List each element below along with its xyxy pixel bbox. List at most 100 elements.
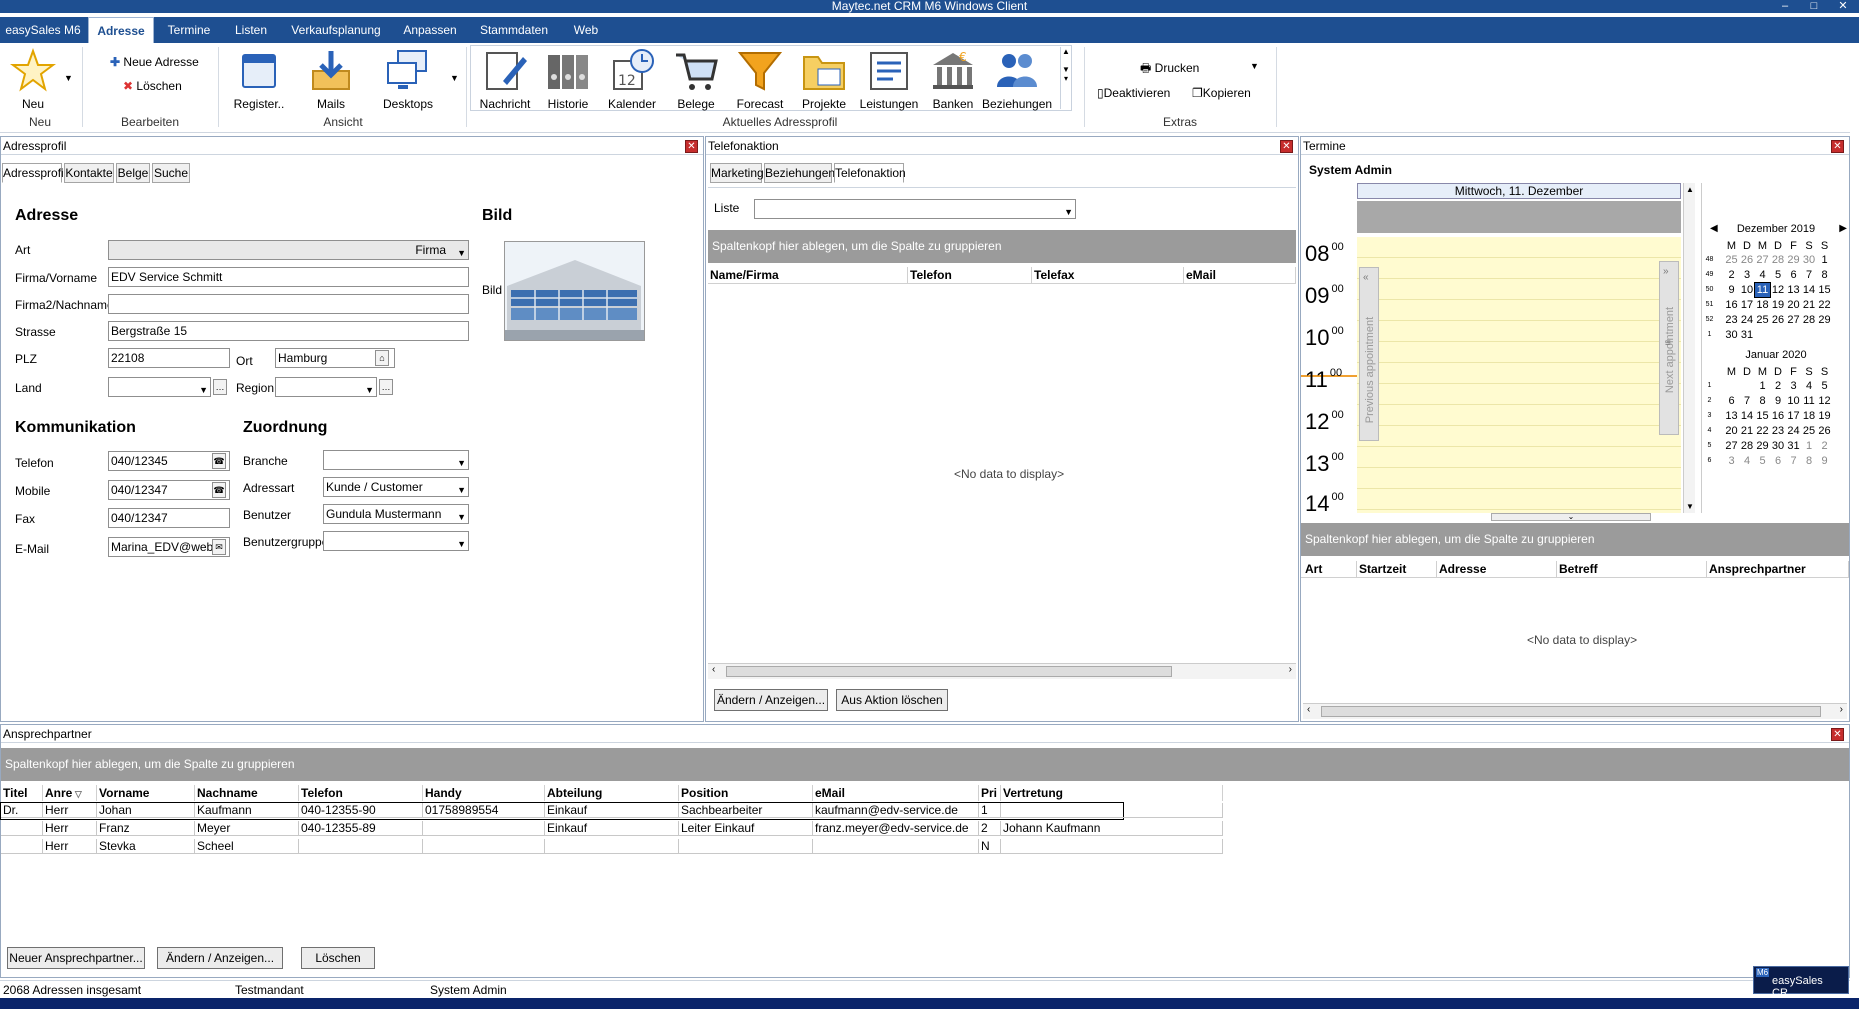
- historie-button[interactable]: Historie: [538, 47, 598, 111]
- calendar-day[interactable]: 23: [1771, 424, 1786, 438]
- phone-dial-icon[interactable]: ☎: [212, 453, 226, 469]
- calendar-day[interactable]: 23: [1724, 313, 1739, 327]
- close-icon[interactable]: ✕: [1831, 0, 1855, 13]
- calendar-day[interactable]: 27: [1755, 253, 1770, 267]
- desktops-button[interactable]: Desktops: [376, 47, 440, 111]
- calendar-day[interactable]: 6: [1771, 454, 1786, 468]
- col-header[interactable]: Vorname: [97, 785, 195, 801]
- calendar-day[interactable]: 6: [1786, 268, 1801, 282]
- calendar-day[interactable]: 20: [1786, 298, 1801, 312]
- calendar-day[interactable]: 3: [1740, 268, 1755, 282]
- calendar-day[interactable]: 9: [1724, 283, 1739, 297]
- chevron-right-icon[interactable]: ▶: [1839, 223, 1847, 234]
- calendar-day[interactable]: 1: [1802, 439, 1817, 453]
- calendar-day[interactable]: 7: [1802, 268, 1817, 282]
- calendar-day[interactable]: 29: [1817, 313, 1832, 327]
- tab-suche[interactable]: Suche: [152, 163, 190, 183]
- calendar-day[interactable]: [1724, 379, 1739, 393]
- calendar-day[interactable]: 18: [1755, 298, 1770, 312]
- close-icon[interactable]: ✕: [685, 140, 698, 153]
- col-telefon[interactable]: Telefon: [908, 267, 1032, 283]
- scrollbar-thumb[interactable]: [726, 666, 1172, 677]
- calendar-day[interactable]: 12: [1771, 283, 1786, 297]
- calendar-day[interactable]: 9: [1771, 394, 1786, 408]
- calendar-day[interactable]: 14: [1802, 283, 1817, 297]
- calendar-day[interactable]: 11: [1802, 394, 1817, 408]
- menu-easysales[interactable]: easySales M6: [2, 17, 84, 43]
- calendar-day[interactable]: 9: [1817, 454, 1832, 468]
- calendar-day[interactable]: 10: [1786, 394, 1801, 408]
- calendar-day[interactable]: 4: [1740, 454, 1755, 468]
- taskbar-button[interactable]: M6 easySales CR...: [1753, 966, 1849, 999]
- desktops-dropdown-icon[interactable]: ▼: [450, 73, 459, 83]
- neu-button[interactable]: Neu: [4, 47, 62, 111]
- calendar-day[interactable]: 4: [1755, 268, 1770, 282]
- resize-handle[interactable]: ⌄: [1491, 513, 1651, 521]
- benutzergruppe-select[interactable]: ▼: [323, 531, 469, 551]
- belege-button[interactable]: Belege: [666, 47, 726, 111]
- menu-adresse[interactable]: Adresse: [88, 17, 154, 43]
- kalender-button[interactable]: 12 Kalender: [602, 47, 662, 111]
- group-panel[interactable]: Spaltenkopf hier ablegen, um die Spalte …: [1, 748, 1849, 781]
- col-header[interactable]: Position: [679, 785, 813, 801]
- tab-belge[interactable]: Belge: [116, 163, 150, 183]
- horizontal-scrollbar[interactable]: ‹ ›: [708, 663, 1296, 679]
- table-row[interactable]: Herr Franz Meyer 040-12355-89 Einkauf Leiter …: [1, 821, 1223, 837]
- calendar-day[interactable]: 26: [1817, 424, 1832, 438]
- col-header[interactable]: Handy: [423, 785, 545, 801]
- calendar-day[interactable]: 18: [1802, 409, 1817, 423]
- minimize-icon[interactable]: –: [1773, 0, 1797, 13]
- next-appointment-button[interactable]: » Next appointment ≡: [1659, 261, 1679, 435]
- drucken-dropdown-icon[interactable]: ▼: [1250, 61, 1259, 71]
- calendar-day[interactable]: 30: [1771, 439, 1786, 453]
- col-email[interactable]: eMail: [1184, 267, 1296, 283]
- calendar-day[interactable]: [1786, 328, 1801, 342]
- plz-input[interactable]: 22108: [108, 348, 230, 368]
- calendar-day[interactable]: 3: [1724, 454, 1739, 468]
- calendar-day[interactable]: [1817, 328, 1832, 342]
- col-adresse[interactable]: Adresse: [1437, 561, 1557, 577]
- liste-select[interactable]: ▼: [754, 199, 1076, 219]
- col-header[interactable]: eMail: [813, 785, 979, 801]
- menu-anpassen[interactable]: Anpassen: [398, 17, 462, 43]
- close-icon[interactable]: ✕: [1280, 140, 1293, 153]
- col-header[interactable]: Telefon: [299, 785, 423, 801]
- calendar-day[interactable]: 28: [1740, 439, 1755, 453]
- day-header[interactable]: Mittwoch, 11. Dezember: [1357, 183, 1681, 199]
- calendar-day[interactable]: 17: [1786, 409, 1801, 423]
- sort-icon[interactable]: ▽: [72, 789, 82, 799]
- calendar-day[interactable]: 20: [1724, 424, 1739, 438]
- calendar-day[interactable]: 8: [1802, 454, 1817, 468]
- region-select[interactable]: ▼: [275, 377, 377, 397]
- tab-marketing[interactable]: Marketing: [710, 163, 764, 183]
- maximize-icon[interactable]: □: [1802, 0, 1826, 13]
- calendar-day[interactable]: 13: [1724, 409, 1739, 423]
- calendar-day[interactable]: 29: [1755, 439, 1770, 453]
- tab-beziehungen[interactable]: Beziehungen: [764, 163, 835, 183]
- land-select[interactable]: ▼: [108, 377, 211, 397]
- fax-input[interactable]: 040/12347: [108, 508, 230, 528]
- calendar-day[interactable]: 28: [1802, 313, 1817, 327]
- menu-verkaufsplanung[interactable]: Verkaufsplanung: [286, 17, 386, 43]
- col-betreff[interactable]: Betreff: [1557, 561, 1707, 577]
- calendar-day[interactable]: 26: [1740, 253, 1755, 267]
- calendar-day[interactable]: 10: [1740, 283, 1755, 297]
- calendar-day[interactable]: 15: [1755, 409, 1770, 423]
- calendar-day[interactable]: 13: [1786, 283, 1801, 297]
- forecast-button[interactable]: Forecast: [730, 47, 790, 111]
- kopieren-button[interactable]: ❐Kopieren: [1192, 86, 1251, 100]
- calendar-day[interactable]: 24: [1740, 313, 1755, 327]
- calendar-day[interactable]: 30: [1724, 328, 1739, 342]
- calendar-day[interactable]: 11: [1754, 282, 1771, 298]
- close-icon[interactable]: ✕: [1831, 728, 1844, 741]
- calendar-day[interactable]: 19: [1771, 298, 1786, 312]
- calendar-day[interactable]: 8: [1817, 268, 1832, 282]
- calendar-day[interactable]: 1: [1817, 253, 1832, 267]
- col-art[interactable]: Art: [1303, 561, 1357, 577]
- calendar-day[interactable]: 12: [1817, 394, 1832, 408]
- calendar-day[interactable]: 26: [1771, 313, 1786, 327]
- calendar-day[interactable]: 2: [1724, 268, 1739, 282]
- calendar-day[interactable]: 5: [1817, 379, 1832, 393]
- calendar-day[interactable]: 21: [1802, 298, 1817, 312]
- region-more-icon[interactable]: …: [379, 379, 393, 395]
